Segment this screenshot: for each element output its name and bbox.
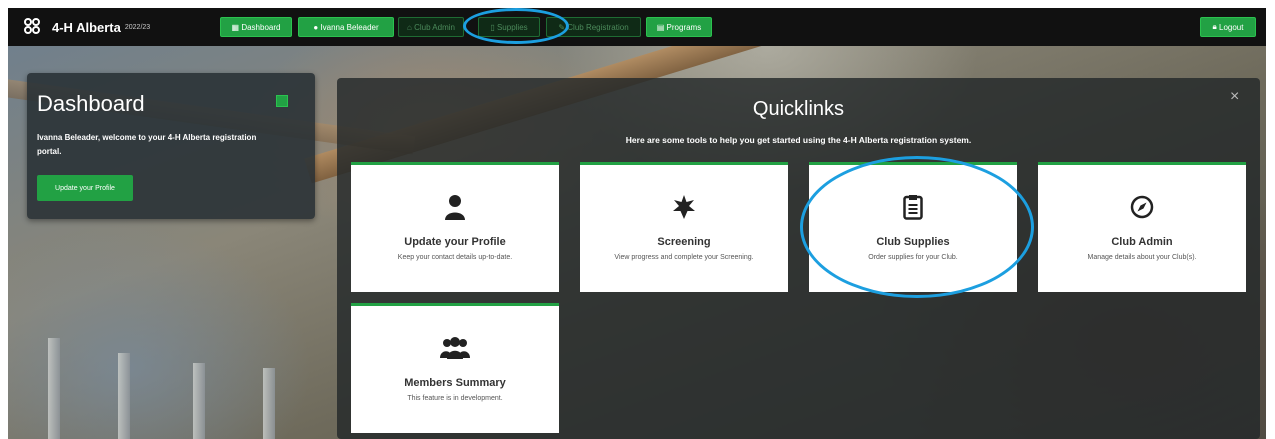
top-navbar: 4-H Alberta 2022/23 ▦ Dashboard ● Ivanna… (8, 8, 1266, 46)
user-icon (351, 193, 559, 221)
tile-description: Manage details about your Club(s). (1087, 254, 1197, 261)
edit-icon: ✎ (558, 22, 568, 32)
tile-description: View progress and complete your Screenin… (614, 254, 754, 261)
dashboard-card: Dashboard Ivanna Beleader, welcome to yo… (27, 73, 315, 219)
nav-dashboard-button[interactable]: ▦ Dashboard (220, 17, 292, 37)
quicklinks-subtitle: Here are some tools to help you get star… (625, 135, 972, 145)
tile-title: Update your Profile (404, 236, 506, 248)
tile-club-admin[interactable]: Club Admin Manage details about your Clu… (1038, 162, 1246, 292)
nav-club-admin-button[interactable]: ⌂ Club Admin (398, 17, 464, 37)
quicklinks-title: Quicklinks (752, 98, 845, 120)
tile-description: This feature is in development. (407, 395, 503, 402)
star-badge-icon (580, 193, 788, 221)
logout-button[interactable]: 🔒︎ Logout (1200, 17, 1256, 37)
welcome-message: Ivanna Beleader, welcome to your 4-H Alb… (37, 133, 257, 156)
dashboard-icon: ▦ (231, 22, 242, 32)
dashboard-title: Dashboard (37, 91, 145, 116)
calendar-icon: ▤ (656, 22, 667, 32)
update-profile-button[interactable]: Update your Profile (37, 175, 133, 201)
quicklinks-panel: Quicklinks Here are some tools to help y… (337, 78, 1260, 439)
tile-title: Club Supplies (876, 236, 950, 248)
clipboard-icon: ▯ (490, 22, 497, 32)
group-icon (351, 334, 559, 362)
tile-title: Screening (657, 236, 711, 248)
tile-update-profile[interactable]: Update your Profile Keep your contact de… (351, 162, 559, 292)
nav-programs-button[interactable]: ▤ Programs (646, 17, 712, 37)
nav-user-button[interactable]: ● Ivanna Beleader (298, 17, 394, 37)
brand[interactable]: 4-H Alberta 2022/23 (24, 18, 150, 36)
user-icon: ● (313, 22, 321, 32)
clover-logo-icon (24, 18, 42, 36)
tile-title: Members Summary (404, 377, 506, 389)
tile-title: Club Admin (1111, 236, 1173, 248)
app-window: 4-H Alberta 2022/23 ▦ Dashboard ● Ivanna… (8, 8, 1266, 439)
brand-name: 4-H Alberta (52, 19, 121, 35)
dashboard-collapse-icon[interactable] (276, 95, 288, 107)
nav-supplies-button[interactable]: ▯ Supplies (478, 17, 540, 37)
compass-icon (1038, 193, 1246, 221)
program-year: 2022/23 (124, 23, 151, 31)
tile-description: Keep your contact details up-to-date. (397, 254, 513, 261)
nav-club-registration-button[interactable]: ✎ Club Registration (546, 17, 641, 37)
home-icon: ⌂ (407, 22, 415, 32)
clipboard-icon (809, 193, 1017, 221)
close-icon[interactable]: × (1230, 88, 1239, 106)
tile-club-supplies[interactable]: Club Supplies Order supplies for your Cl… (809, 162, 1017, 292)
tile-members-summary[interactable]: Members Summary This feature is in devel… (351, 303, 559, 433)
tile-description: Order supplies for your Club. (868, 254, 958, 261)
tile-screening[interactable]: Screening View progress and complete you… (580, 162, 788, 292)
